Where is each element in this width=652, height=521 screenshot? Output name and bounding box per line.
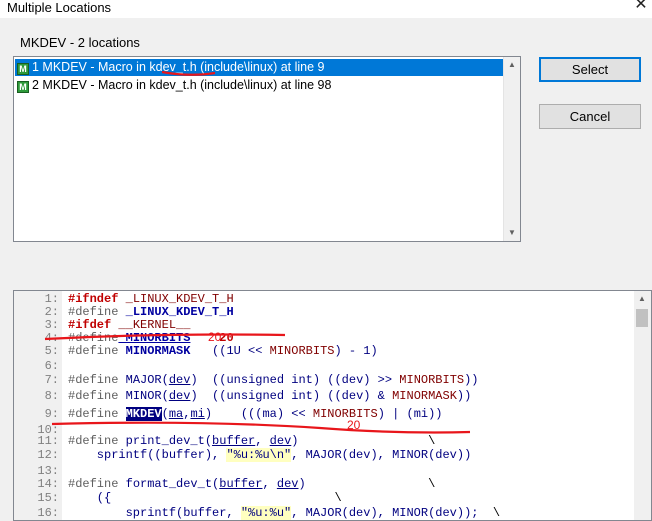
code-token: #define: [68, 373, 119, 387]
line-number: 14:: [37, 477, 59, 491]
code-token: buffer: [212, 434, 256, 448]
line-number: 9:: [44, 407, 59, 421]
code-token: sprintf((buffer),: [68, 448, 227, 462]
code-token: buffer: [219, 477, 263, 491]
code-token: ) (((ma) <<: [204, 407, 313, 421]
code-token: 20: [190, 331, 234, 345]
list-scrollbar[interactable]: ▲ ▼: [503, 57, 520, 241]
code-token: _LINUX_KDEV_T_H: [118, 305, 234, 319]
code-token: format_dev_t(: [118, 477, 220, 491]
code-token: MINORBITS: [118, 331, 191, 345]
code-token: #define: [68, 477, 119, 491]
code-token: dev: [276, 477, 299, 491]
code-token: ): [298, 477, 306, 491]
window-title: Multiple Locations: [7, 0, 112, 15]
code-token: MKDEV: [125, 407, 162, 421]
code-text: sprintf(buffer, "%u:%u", MAJOR(dev), MIN…: [68, 506, 501, 520]
list-item-label: 2 MKDEV - Macro in kdev_t.h (include\lin…: [32, 78, 332, 92]
code-token: , MAJOR(dev), MINOR(dev));: [291, 506, 479, 520]
line-number: 8:: [44, 389, 59, 403]
code-token: #define: [68, 344, 119, 358]
code-token: MINORBITS: [312, 407, 378, 421]
code-token: #define: [68, 407, 126, 421]
code-token: )): [456, 389, 472, 403]
code-token: ma: [168, 407, 184, 421]
code-token: MINORMASK: [118, 344, 191, 358]
scroll-thumb[interactable]: [636, 309, 648, 327]
code-token: MINOR(: [118, 389, 169, 403]
code-text: #define format_dev_t(buffer, dev) \: [68, 478, 435, 491]
code-text: #define MKDEV(ma,mi) (((ma) << MINORBITS…: [68, 407, 443, 421]
code-token: #define: [68, 389, 119, 403]
arrow-down-icon[interactable]: ▼: [504, 225, 520, 241]
code-token: MINORBITS: [399, 373, 465, 387]
list-item-location-1[interactable]: M1 MKDEV - Macro in kdev_t.h (include\li…: [15, 59, 520, 76]
cancel-button[interactable]: Cancel: [539, 104, 641, 129]
code-token: \: [478, 506, 501, 520]
arrow-up-icon[interactable]: ▲: [504, 57, 520, 73]
code-token: _LINUX_KDEV_T_H: [118, 292, 234, 306]
code-token: (: [161, 407, 169, 421]
line-number: 7:: [44, 373, 59, 387]
code-token: )): [464, 373, 479, 387]
code-token: #ifndef: [68, 292, 119, 306]
macro-icon: M: [17, 81, 29, 93]
code-token: ) | (mi)): [377, 407, 443, 421]
line-number: 15:: [37, 491, 59, 505]
code-token: ({: [68, 491, 112, 505]
line-number: 12:: [37, 448, 59, 462]
code-token: #define: [68, 434, 119, 448]
code-token: print_dev_t(: [118, 434, 213, 448]
code-text: ({ \: [68, 492, 342, 505]
line-number: 6:: [44, 359, 59, 373]
code-preview[interactable]: 1: #ifndef _LINUX_KDEV_T_H 2: #define _LINU…: [13, 290, 652, 521]
code-token: ) - 1): [334, 344, 378, 358]
arrow-up-icon[interactable]: ▲: [634, 291, 650, 307]
line-number: 11:: [37, 434, 59, 448]
code-text: #define MAJOR(dev) ((unsigned int) ((dev…: [68, 374, 479, 387]
macro-icon: M: [17, 63, 29, 75]
code-token: , MAJOR(dev), MINOR(dev)): [291, 448, 472, 462]
code-token: \: [298, 434, 436, 448]
code-token: \: [111, 491, 342, 505]
code-token: mi: [190, 407, 205, 421]
code-token: #ifdef: [68, 318, 112, 332]
code-token: MAJOR(: [118, 373, 169, 387]
code-token: "%u:%u": [240, 506, 292, 520]
code-token: \: [305, 477, 436, 491]
code-text: #define print_dev_t(buffer, dev) \: [68, 435, 435, 448]
line-number: 16:: [37, 506, 59, 520]
code-token: dev: [168, 389, 191, 403]
code-token: ,: [255, 434, 270, 448]
code-token: dev: [168, 373, 191, 387]
code-token: MINORBITS: [269, 344, 335, 358]
code-token: dev: [269, 434, 292, 448]
code-token: sprintf(buffer,: [68, 506, 241, 520]
select-button[interactable]: Select: [539, 57, 641, 82]
list-item-label: 1 MKDEV - Macro in kdev_t.h (include\lin…: [32, 60, 325, 74]
code-text: #define MINOR(dev) ((unsigned int) ((dev…: [68, 390, 471, 403]
code-token: #define: [68, 331, 119, 345]
code-token: ,: [262, 477, 277, 491]
code-token: ) ((unsigned int) ((dev) &: [190, 389, 393, 403]
code-token: MINORMASK: [392, 389, 457, 403]
code-text: #define MINORMASK ((1U << MINORBITS) - 1…: [68, 345, 378, 358]
list-item-location-2[interactable]: M2 MKDEV - Macro in kdev_t.h (include\li…: [15, 77, 520, 94]
code-token: __KERNEL__: [111, 318, 191, 332]
close-icon[interactable]: ✕: [632, 0, 650, 14]
locations-list[interactable]: M1 MKDEV - Macro in kdev_t.h (include\li…: [13, 56, 521, 242]
code-token: "%u:%u\n": [226, 448, 292, 462]
code-scrollbar[interactable]: ▲: [634, 291, 651, 520]
line-number: 5:: [44, 344, 59, 358]
code-token: ) ((unsigned int) ((dev) >>: [190, 373, 400, 387]
title-bar: Multiple Locations ✕: [0, 0, 652, 18]
locations-header: MKDEV - 2 locations: [20, 35, 140, 50]
code-token: ((1U <<: [212, 344, 270, 358]
code-text: sprintf((buffer), "%u:%u\n", MAJOR(dev),…: [68, 448, 472, 462]
code-token: #define: [68, 305, 119, 319]
